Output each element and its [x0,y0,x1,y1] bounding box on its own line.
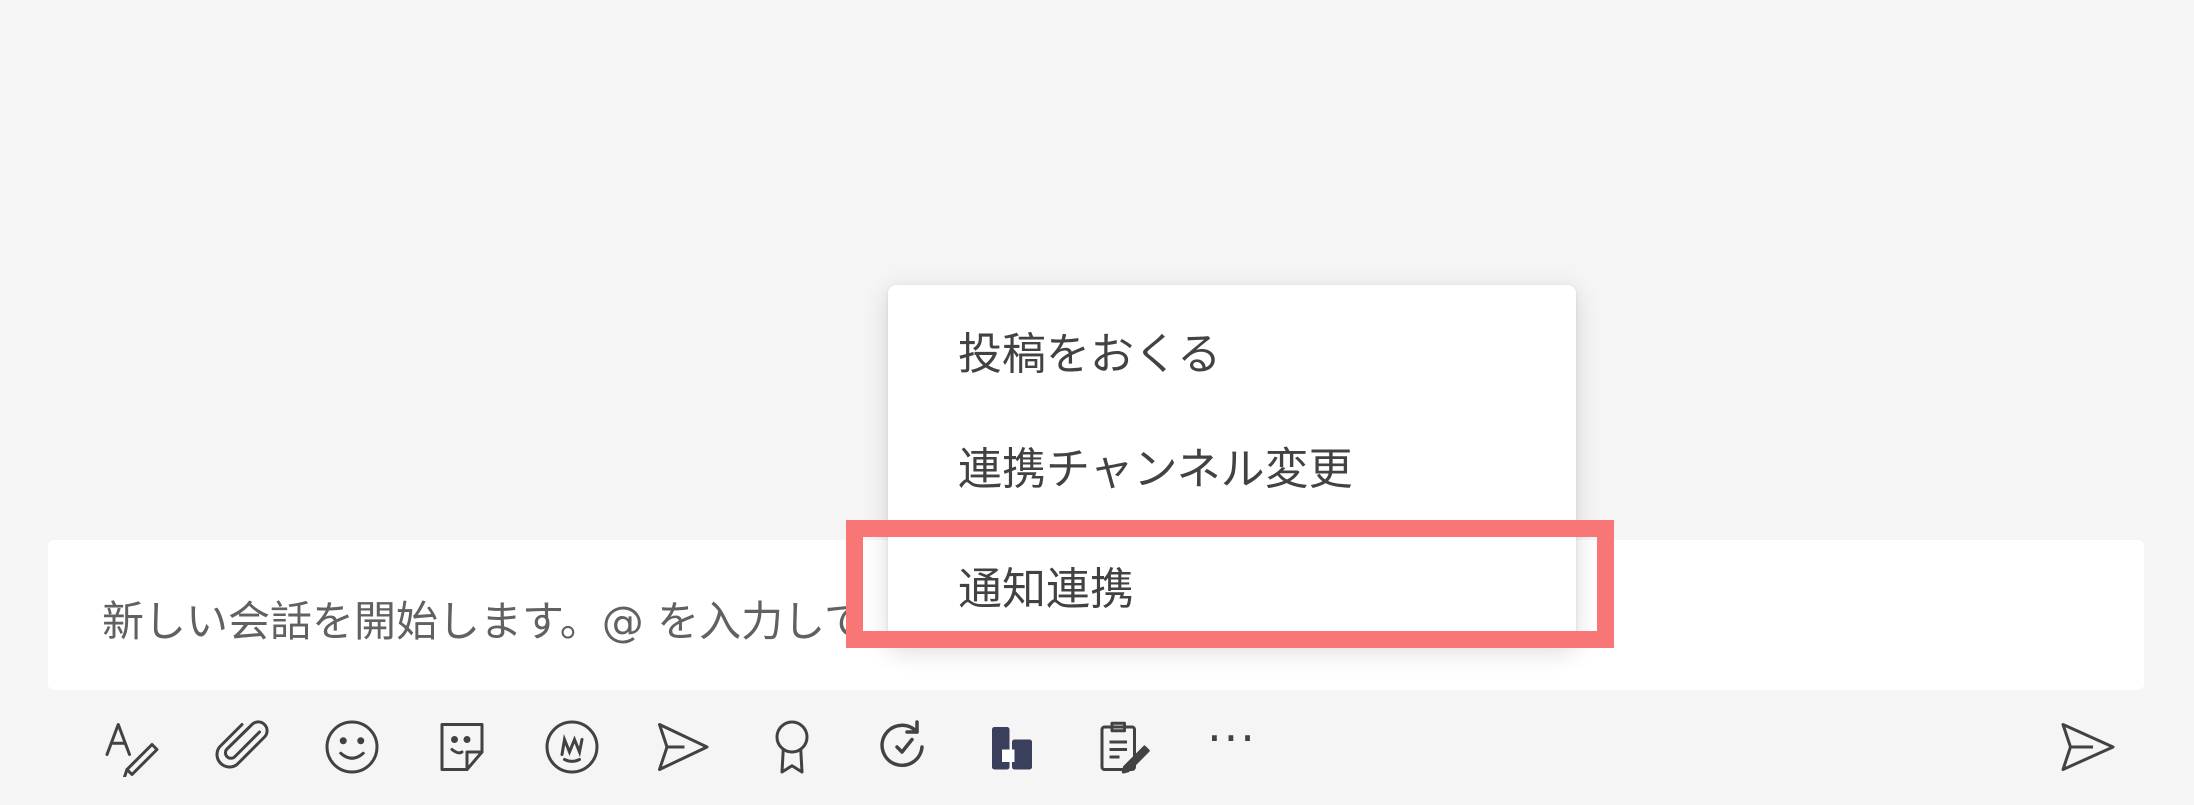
menu-item-change-channel[interactable]: 連携チャンネル変更 [888,410,1576,520]
loop-icon[interactable] [867,712,937,782]
menu-item-send-post[interactable]: 投稿をおくる [888,295,1576,405]
emoji-icon[interactable] [317,712,387,782]
compose-placeholder: 新しい会話を開始します。@ を入力して [102,597,866,646]
forms-icon[interactable] [1087,712,1157,782]
sticker-icon[interactable] [427,712,497,782]
attach-icon[interactable] [207,712,277,782]
more-options-icon[interactable]: ··· [1197,712,1267,782]
send-icon[interactable] [2053,712,2123,782]
highlight-box [846,520,1614,648]
app-icon[interactable] [977,712,1047,782]
format-icon[interactable] [97,712,167,782]
compose-toolbar: ··· [70,700,2150,790]
schedule-send-icon[interactable] [647,712,717,782]
gif-icon[interactable] [537,712,607,782]
praise-icon[interactable] [757,712,827,782]
